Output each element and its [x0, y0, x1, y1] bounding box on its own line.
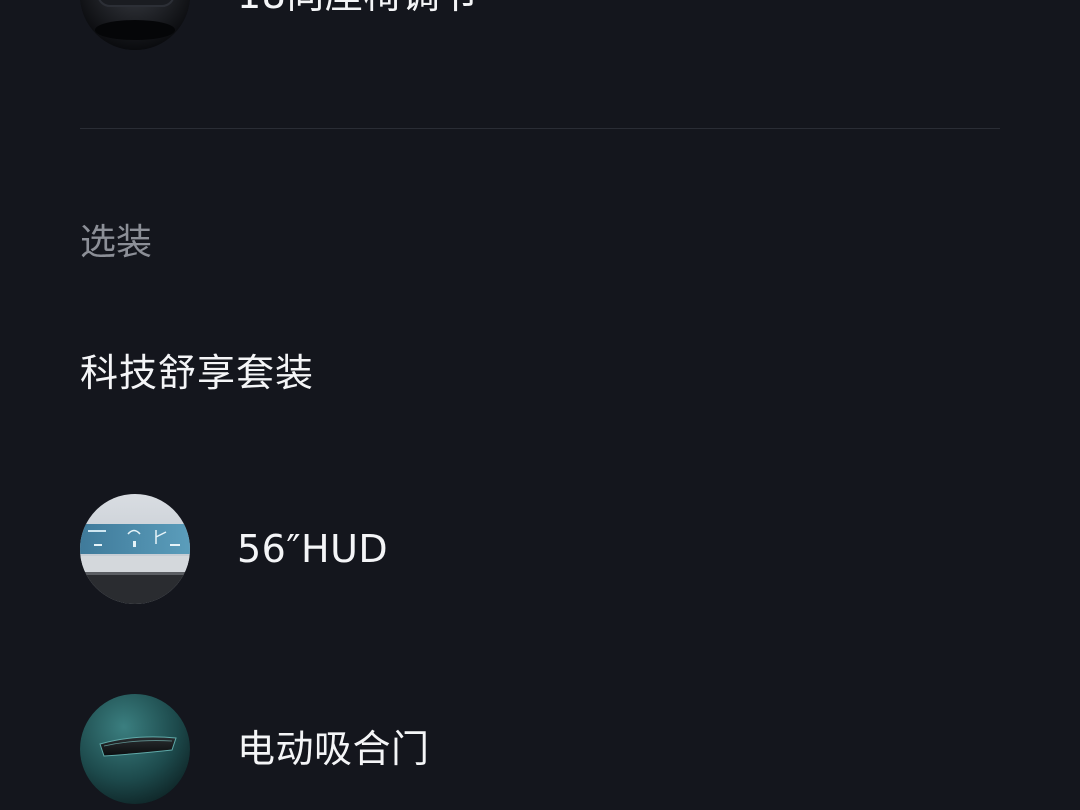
feature-label: 56″HUD: [237, 527, 389, 571]
feature-item-hud[interactable]: 56″HUD: [80, 494, 1000, 604]
feature-item-seat-adjust[interactable]: 18向座椅调节: [80, 0, 1000, 50]
soft-close-door-thumbnail: [80, 694, 190, 804]
feature-item-soft-close-door[interactable]: 电动吸合门: [80, 694, 1000, 804]
seat-control-image: [80, 0, 190, 50]
seat-adjust-thumbnail: [80, 0, 190, 50]
section-title-optional: 选装: [80, 222, 153, 263]
door-handle-image: [80, 694, 190, 804]
hud-thumbnail: [80, 494, 190, 604]
package-title: 科技舒享套装: [80, 351, 315, 395]
feature-label: 电动吸合门: [237, 727, 430, 771]
hud-image: [80, 494, 190, 604]
section-divider: [80, 128, 1000, 129]
feature-label: 18向座椅调节: [237, 0, 479, 17]
